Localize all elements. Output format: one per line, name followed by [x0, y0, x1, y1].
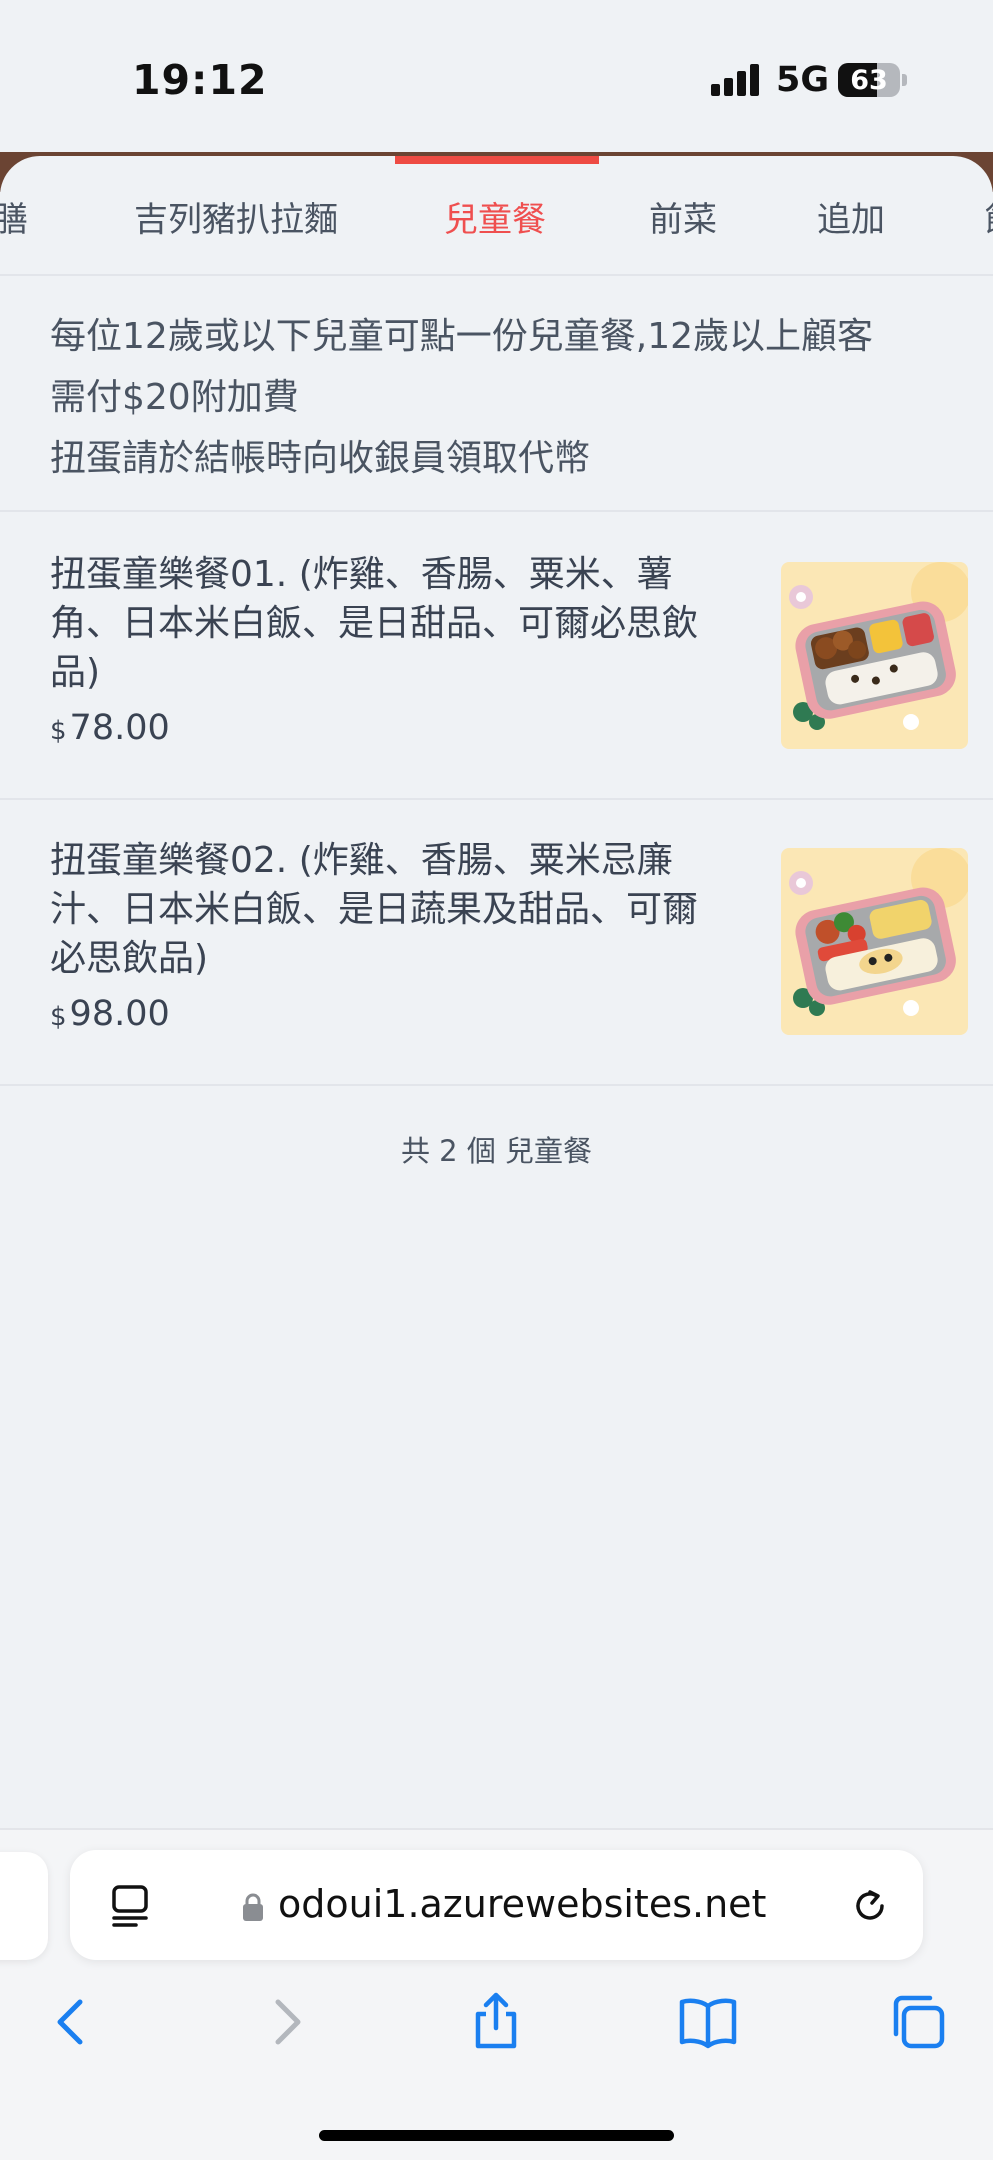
back-chevron-icon [57, 1999, 83, 2045]
page: 19:12 5G 63 膳 吉列豬扒拉麵 兒童餐 前菜 追加 飯 每位12歲或以… [0, 0, 993, 2160]
bookmarks-button[interactable] [676, 1990, 740, 2054]
tab-pork-cutlet-ramen[interactable]: 吉列豬扒拉麵 [134, 192, 338, 241]
menu-item-price: $78.00 [50, 708, 170, 748]
menu-item-price: $98.00 [50, 994, 170, 1034]
notice-line-1: 每位12歲或以下兒童可點一份兒童餐,12歲以上顧客 [50, 316, 874, 357]
reload-icon[interactable] [848, 1884, 892, 1928]
currency-symbol: $ [50, 1002, 67, 1032]
battery-icon: 63 [838, 63, 900, 97]
status-bar: 19:12 5G 63 [0, 0, 993, 152]
lock-icon [243, 1893, 263, 1921]
address-bar[interactable]: odoui1.azurewebsites.net [70, 1850, 923, 1960]
active-tab-indicator [395, 156, 599, 164]
menu-item-photo[interactable] [781, 562, 968, 749]
tabs-button[interactable] [886, 1990, 950, 2054]
reader-mode-icon[interactable] [110, 1884, 150, 1928]
price-value: 98.00 [69, 994, 170, 1034]
menu-item[interactable]: 扭蛋童樂餐02. (炸雞、香腸、粟米忌廉汁、日本米白飯、是日蔬果及甜品、可爾必思… [0, 800, 993, 1086]
tab-kids-meal[interactable]: 兒童餐 [444, 192, 546, 241]
notice-line-3: 扭蛋請於結帳時向收銀員領取代幣 [50, 438, 591, 479]
notice-line-2: 需付$20附加費 [50, 377, 299, 418]
menu-item-photo[interactable] [781, 848, 968, 1035]
tab-partial-right[interactable]: 飯 [985, 192, 993, 241]
tab-add-ons[interactable]: 追加 [817, 192, 885, 241]
forward-chevron-icon [275, 1999, 301, 2045]
menu-item-name: 扭蛋童樂餐02. (炸雞、香腸、粟米忌廉汁、日本米白飯、是日蔬果及甜品、可爾必思… [50, 840, 699, 979]
forward-button[interactable] [254, 1990, 318, 2054]
kids-meal-plate-image [781, 848, 968, 1035]
tabs-icon [893, 1995, 945, 2049]
browser-toolbar: odoui1.azurewebsites.net [0, 1828, 993, 2160]
home-indicator [319, 2130, 674, 2141]
battery-tip [902, 74, 907, 86]
status-time: 19:12 [132, 56, 268, 104]
share-button[interactable] [464, 1990, 528, 2054]
category-notice: 每位12歲或以下兒童可點一份兒童餐,12歲以上顧客 需付$20附加費 扭蛋請於結… [0, 278, 993, 512]
share-icon [475, 1992, 517, 2049]
menu-sheet: 膳 吉列豬扒拉麵 兒童餐 前菜 追加 飯 每位12歲或以下兒童可點一份兒童餐,1… [0, 156, 993, 1832]
menu-item[interactable]: 扭蛋童樂餐01. (炸雞、香腸、粟米、薯角、日本米白飯、是日甜品、可爾必思飲品)… [0, 514, 993, 800]
item-count-footer: 共 2 個 兒童餐 [400, 1134, 593, 1168]
battery-level: 63 [850, 64, 888, 96]
menu-item-name: 扭蛋童樂餐01. (炸雞、香腸、粟米、薯角、日本米白飯、是日甜品、可爾必思飲品) [50, 554, 699, 693]
network-type: 5G [776, 60, 830, 100]
back-button[interactable] [40, 1990, 104, 2054]
category-tabs: 膳 吉列豬扒拉麵 兒童餐 前菜 追加 飯 [0, 156, 993, 276]
tab-appetizers[interactable]: 前菜 [649, 192, 717, 241]
previous-tab-peek[interactable] [0, 1852, 48, 1960]
kids-meal-plate-image [781, 562, 968, 749]
currency-symbol: $ [50, 716, 67, 746]
cellular-signal-icon [711, 64, 761, 96]
url-text[interactable]: odoui1.azurewebsites.net [278, 1882, 766, 1926]
tab-partial-left[interactable]: 膳 [0, 192, 28, 241]
bookmarks-book-icon [679, 1998, 737, 2049]
price-value: 78.00 [69, 708, 170, 748]
